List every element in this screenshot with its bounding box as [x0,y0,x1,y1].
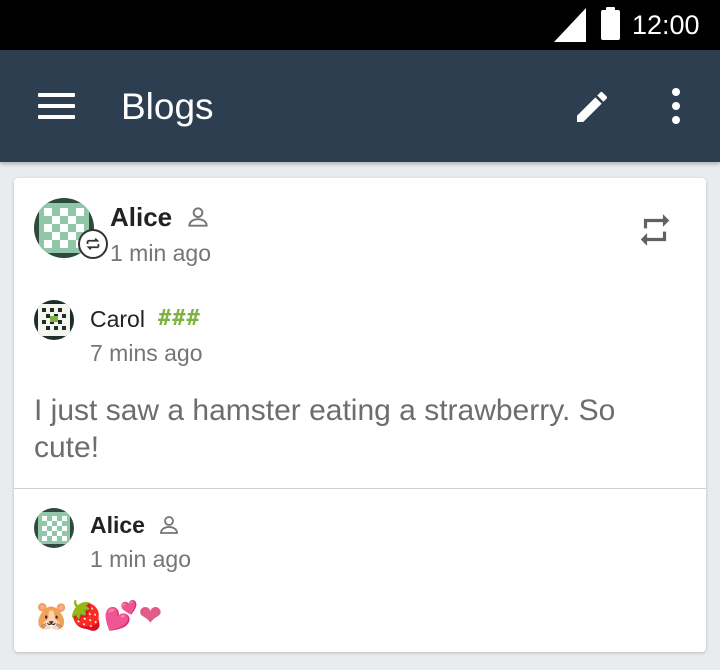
edit-icon[interactable] [572,87,612,127]
divider [14,488,706,489]
comment-time: 1 min ago [90,546,192,572]
post-card[interactable]: Alice 1 min ago Carol ### 7 mins ago I j… [14,178,706,652]
author-time: 7 mins ago [90,340,203,366]
author-name[interactable]: Carol [90,306,145,333]
comment-emojis: 🐹🍓💕❤ [34,596,162,636]
reposter-name[interactable]: Alice [110,202,172,233]
app-bar: Blogs [0,50,720,162]
hamster-emoji: 🐹 [34,599,69,632]
menu-icon[interactable] [38,93,75,119]
two-hearts-emoji: 💕 [103,599,139,632]
avatar[interactable] [34,508,74,548]
status-time: 12:00 [632,10,700,40]
person-icon [160,516,178,534]
avatar[interactable] [34,300,74,340]
page-title: Blogs [121,86,214,127]
person-icon [188,207,208,227]
reposter-time: 1 min ago [110,240,212,266]
battery-icon [601,7,620,40]
repost-icon[interactable] [636,210,674,250]
author-tag: ### [158,306,201,331]
post-text: I just saw a hamster eating a strawberry… [34,394,616,464]
cell-signal-icon [554,8,586,42]
status-bar: 12:00 [0,0,720,50]
more-vertical-icon[interactable] [670,88,682,124]
heart-emoji: ❤ [138,599,163,632]
comment-author-name[interactable]: Alice [90,512,145,539]
strawberry-emoji: 🍓 [68,599,104,632]
repost-badge-icon [78,229,108,259]
